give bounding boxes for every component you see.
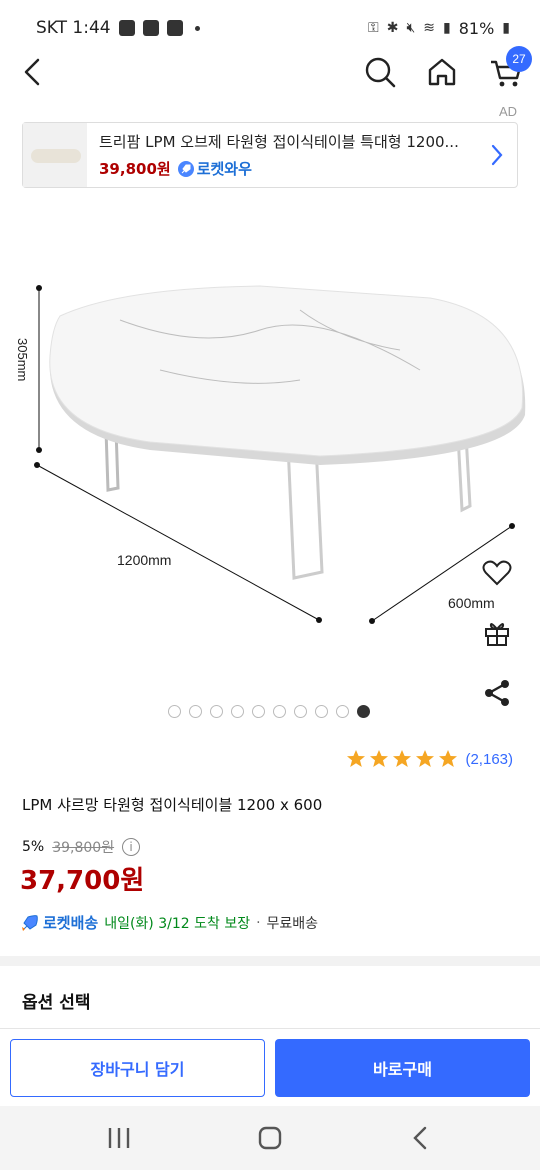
pagination-dot[interactable] xyxy=(273,705,286,718)
gift-icon xyxy=(485,623,509,646)
discount-row: 5% 39,800원 i xyxy=(22,837,141,857)
rocket-icon xyxy=(22,914,38,931)
discount-rate: 5% xyxy=(22,839,45,855)
ad-label: AD xyxy=(498,104,517,119)
free-shipping: 무료배송 xyxy=(266,915,319,932)
app-notification-icon xyxy=(142,20,159,36)
key-icon: ⚿ xyxy=(368,20,379,36)
star-icon xyxy=(347,750,366,767)
heart-icon xyxy=(482,560,512,586)
share-button[interactable] xyxy=(476,672,518,714)
star-icon xyxy=(439,750,458,767)
status-left: SKT 1:44 xyxy=(36,18,200,38)
ad-thumbnail xyxy=(23,123,87,187)
length-dimension-label: 1200mm xyxy=(117,552,171,568)
pagination-dot[interactable] xyxy=(357,705,370,718)
delivery-row: 로켓배송 내일(화) 3/12 도착 보장 · 무료배송 xyxy=(20,912,318,933)
pagination-dot[interactable] xyxy=(210,705,223,718)
buy-now-button[interactable]: 바로구매 xyxy=(275,1039,530,1097)
top-nav xyxy=(0,44,540,100)
option-select-title[interactable]: 옵션 선택 xyxy=(22,988,90,1013)
chevron-right-icon xyxy=(491,144,503,166)
review-count[interactable]: (2,163) xyxy=(465,751,513,768)
bottom-action-bar: 장바구니 담기 바로구매 xyxy=(0,1028,540,1106)
ad-text: 트리팜 LPM 오브제 타원형 접이식테이블 특대형 1200... 39,80… xyxy=(99,131,517,179)
height-dimension-label: 305mm xyxy=(15,338,30,381)
mute-icon: 🔇︎ xyxy=(406,20,416,36)
system-nav-bar xyxy=(0,1106,540,1170)
section-divider xyxy=(0,956,540,966)
ad-banner[interactable]: 트리팜 LPM 오브제 타원형 접이식테이블 특대형 1200... 39,80… xyxy=(22,122,518,188)
more-notifications-icon xyxy=(194,25,200,31)
star-icon xyxy=(370,750,389,767)
side-actions xyxy=(476,552,518,732)
pagination-dot[interactable] xyxy=(231,705,244,718)
pagination-dot[interactable] xyxy=(336,705,349,718)
ad-price-row: 39,800원 로켓와우 xyxy=(99,158,517,179)
star-rating xyxy=(346,749,458,769)
price-info-icon[interactable]: i xyxy=(122,838,141,856)
weather-notification-icon xyxy=(166,20,183,36)
wishlist-button[interactable] xyxy=(476,552,518,594)
system-back-icon[interactable] xyxy=(406,1124,436,1152)
arrival-guarantee: 내일(화) 3/12 도착 보장 xyxy=(104,915,251,932)
cart-count-badge: 27 xyxy=(506,46,532,72)
pagination-dot[interactable] xyxy=(168,705,181,718)
ad-title: 트리팜 LPM 오브제 타원형 접이식테이블 특대형 1200... xyxy=(99,133,459,151)
search-icon[interactable] xyxy=(362,54,398,90)
rocket-wow-label: 로켓와우 xyxy=(196,160,252,178)
gift-button[interactable] xyxy=(476,612,518,654)
add-to-cart-button[interactable]: 장바구니 담기 xyxy=(10,1039,265,1097)
product-image[interactable]: 305mm 1200mm 600mm xyxy=(0,220,540,700)
rocket-wow-badge: 로켓와우 xyxy=(177,158,252,179)
sale-price: 37,700원 xyxy=(20,866,145,896)
rocket-icon xyxy=(177,160,194,177)
pagination-dot[interactable] xyxy=(252,705,265,718)
original-price: 39,800원 xyxy=(52,840,115,856)
status-right: ⚿ ✱ 🔇︎ ≋ ▮ 81% ▮ xyxy=(368,19,510,38)
carrier-time: SKT 1:44 xyxy=(36,18,111,38)
pagination-dot[interactable] xyxy=(189,705,202,718)
signal-icon: ▮ xyxy=(443,20,451,36)
rocket-delivery-badge: 로켓배송 xyxy=(20,912,98,933)
product-title: LPM 샤르망 타원형 접이식테이블 1200 x 600 xyxy=(22,796,323,814)
home-icon[interactable] xyxy=(424,54,460,90)
pagination-dot[interactable] xyxy=(315,705,328,718)
wifi-icon: ≋ xyxy=(423,20,435,36)
share-icon xyxy=(485,680,509,706)
rating-row[interactable]: (2,163) xyxy=(346,749,513,769)
recent-apps-icon[interactable] xyxy=(104,1124,134,1152)
battery-icon: ▮ xyxy=(502,20,510,36)
ad-price: 39,800원 xyxy=(99,160,171,178)
image-pagination-dots xyxy=(168,705,370,718)
pagination-dot[interactable] xyxy=(294,705,307,718)
separator: · xyxy=(256,914,261,931)
home-button-icon[interactable] xyxy=(255,1124,285,1152)
back-icon[interactable] xyxy=(18,54,50,90)
gallery-notification-icon xyxy=(118,20,135,36)
bluetooth-icon: ✱ xyxy=(386,20,399,36)
rocket-delivery-label: 로켓배송 xyxy=(43,914,99,932)
star-icon xyxy=(393,750,412,767)
battery-level: 81% xyxy=(458,18,495,38)
star-icon xyxy=(416,750,435,767)
